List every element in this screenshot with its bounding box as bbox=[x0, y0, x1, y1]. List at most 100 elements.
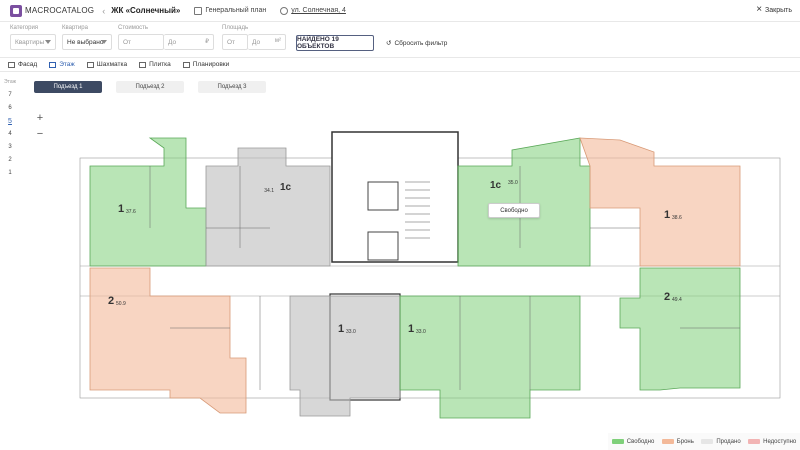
apartment-label: Квартира bbox=[62, 25, 88, 31]
category-filter: Категория Квартиры bbox=[10, 25, 56, 50]
found-objects-button[interactable]: НАЙДЕНО 19 ОБЪЕКТОВ bbox=[296, 35, 374, 51]
apartment-6-area: 33.0 bbox=[346, 329, 356, 335]
floor-selector: Этаж 7 6 5 4 3 2 1 bbox=[0, 76, 20, 180]
floor-item-active[interactable]: 5 bbox=[0, 115, 20, 128]
tab-floor[interactable]: Этаж bbox=[49, 61, 75, 68]
address-label: ул. Солнечная, 4 bbox=[291, 7, 346, 14]
status-legend: Свободно Бронь Продано Недоступно bbox=[608, 433, 800, 450]
logo-mark-icon bbox=[10, 4, 22, 17]
price-unit: ₽ bbox=[205, 39, 209, 45]
project-title[interactable]: ЖК «Солнечный» bbox=[111, 6, 180, 15]
category-select[interactable]: Квартиры bbox=[10, 34, 56, 50]
price-to-placeholder: До bbox=[168, 38, 177, 46]
legend-sold-swatch bbox=[701, 439, 714, 444]
entrance-tab-3[interactable]: Подъезд 3 bbox=[198, 81, 266, 93]
logo[interactable]: MACROCATALOG bbox=[10, 4, 94, 17]
zoom-controls: + − bbox=[32, 110, 48, 142]
legend-sold: Продано bbox=[701, 438, 741, 445]
view-tabs: Фасад Этаж Шахматка Плитка Планировки bbox=[0, 58, 800, 72]
apartment-8-area: 49.4 bbox=[672, 297, 682, 303]
apartment-4-booked[interactable]: 1 38.6 bbox=[579, 137, 741, 267]
apartment-3-area: 35.0 bbox=[508, 180, 518, 186]
price-label: Стоимость bbox=[118, 25, 149, 31]
back-arrow-icon[interactable]: ‹ bbox=[102, 6, 105, 16]
apartment-4-rooms: 1 bbox=[664, 209, 670, 221]
floor-item[interactable]: 3 bbox=[0, 141, 20, 154]
legend-unavailable: Недоступно bbox=[748, 439, 796, 445]
price-to-input[interactable]: До ₽ bbox=[164, 34, 214, 50]
apartment-filter: Квартира Не выбрано bbox=[62, 25, 112, 50]
price-from-input[interactable]: От bbox=[118, 34, 164, 50]
reset-icon: ↺ bbox=[386, 40, 392, 47]
status-tooltip: Свободно bbox=[488, 203, 540, 218]
floor-item[interactable]: 7 bbox=[0, 89, 20, 102]
tab-tiles[interactable]: Плитка bbox=[139, 61, 171, 68]
apartment-select[interactable]: Не выбрано bbox=[62, 34, 112, 50]
top-bar: MACROCATALOG ‹ ЖК «Солнечный» Генеральны… bbox=[0, 0, 800, 22]
apartment-6-sold[interactable]: 1 33.0 bbox=[289, 295, 401, 417]
apartment-3-free[interactable]: 1c 35.0 bbox=[457, 137, 591, 267]
apartment-5-booked[interactable]: 2 50.9 bbox=[89, 267, 247, 414]
apartment-1-area: 37.6 bbox=[126, 209, 136, 215]
close-label: Закрыть bbox=[765, 6, 792, 14]
floor-item[interactable]: 6 bbox=[0, 102, 20, 115]
filter-bar: Категория Квартиры Квартира Не выбрано С… bbox=[0, 22, 800, 58]
floor-item[interactable]: 2 bbox=[0, 154, 20, 167]
tab-layouts[interactable]: Планировки bbox=[182, 61, 230, 68]
entrance-tabs: Подъезд 1 Подъезд 2 Подъезд 3 bbox=[34, 81, 266, 93]
legend-booked-swatch bbox=[661, 439, 674, 444]
masterplan-icon bbox=[194, 6, 203, 15]
floor-item[interactable]: 1 bbox=[0, 167, 20, 180]
legend-free: Свободно bbox=[611, 439, 654, 445]
chess-grid-icon bbox=[86, 61, 94, 68]
floor-item[interactable]: 4 bbox=[0, 128, 20, 141]
area-from-input[interactable]: От bbox=[222, 34, 248, 50]
tab-layouts-label: Планировки bbox=[192, 61, 230, 68]
area-to-input[interactable]: До м² bbox=[248, 34, 286, 50]
area-label: Площадь bbox=[222, 25, 249, 31]
apartment-2-area: 34.1 bbox=[264, 188, 274, 194]
floor-plan: 1 37.6 1c 34.1 1c 35.0 1 38.6 2 49.4 2 5… bbox=[79, 131, 781, 419]
masterplan-link[interactable]: Генеральный план bbox=[194, 6, 267, 15]
apartment-4-area: 38.6 bbox=[672, 215, 682, 221]
close-button[interactable]: × Закрыть bbox=[756, 5, 792, 15]
legend-sold-label: Продано bbox=[716, 438, 741, 445]
legend-free-swatch bbox=[611, 439, 624, 444]
legend-booked: Бронь bbox=[661, 438, 694, 445]
reset-filter-button[interactable]: ↺ Сбросить фильтр bbox=[386, 39, 447, 48]
apartment-8-free-right[interactable]: 2 49.4 bbox=[619, 267, 741, 391]
floor-icon bbox=[49, 61, 57, 68]
floor-header: Этаж bbox=[4, 79, 16, 85]
apartment-7-free[interactable]: 1 33.0 bbox=[399, 295, 581, 419]
apartment-7-rooms: 1 bbox=[408, 323, 414, 335]
category-label: Категория bbox=[10, 25, 39, 31]
zoom-out-button[interactable]: − bbox=[32, 126, 48, 142]
legend-unavailable-label: Недоступно bbox=[763, 438, 797, 445]
tab-chess[interactable]: Шахматка bbox=[86, 61, 127, 68]
entrance-tab-1[interactable]: Подъезд 1 bbox=[34, 81, 102, 93]
price-from-placeholder: От bbox=[123, 38, 132, 46]
apartment-5-rooms: 2 bbox=[108, 295, 114, 307]
apartment-2-sold[interactable]: 1c 34.1 bbox=[205, 147, 331, 267]
apartment-3-rooms: 1c bbox=[490, 180, 502, 191]
price-filter: Стоимость От До ₽ bbox=[118, 25, 214, 50]
chevron-down-icon bbox=[45, 40, 51, 44]
area-unit: м² bbox=[274, 38, 281, 44]
zoom-in-button[interactable]: + bbox=[32, 110, 48, 126]
tab-tiles-label: Плитка bbox=[149, 61, 171, 68]
tab-facade[interactable]: Фасад bbox=[8, 61, 37, 68]
address-link[interactable]: ул. Солнечная, 4 bbox=[280, 6, 346, 15]
category-value: Квартиры bbox=[15, 38, 45, 46]
legend-booked-label: Бронь bbox=[676, 438, 694, 445]
legend-unavailable-swatch bbox=[748, 439, 761, 444]
tiles-icon bbox=[139, 61, 147, 68]
entrance-tab-2[interactable]: Подъезд 2 bbox=[116, 81, 184, 93]
layouts-icon bbox=[182, 61, 190, 68]
apartment-5-area: 50.9 bbox=[116, 301, 126, 307]
apartment-1-free[interactable]: 1 37.6 bbox=[89, 137, 207, 267]
area-filter: Площадь От До м² bbox=[222, 25, 286, 50]
masterplan-label: Генеральный план bbox=[205, 7, 267, 14]
facade-icon bbox=[8, 61, 15, 68]
apartment-1-rooms: 1 bbox=[118, 203, 124, 215]
apartment-8-rooms: 2 bbox=[664, 291, 670, 303]
